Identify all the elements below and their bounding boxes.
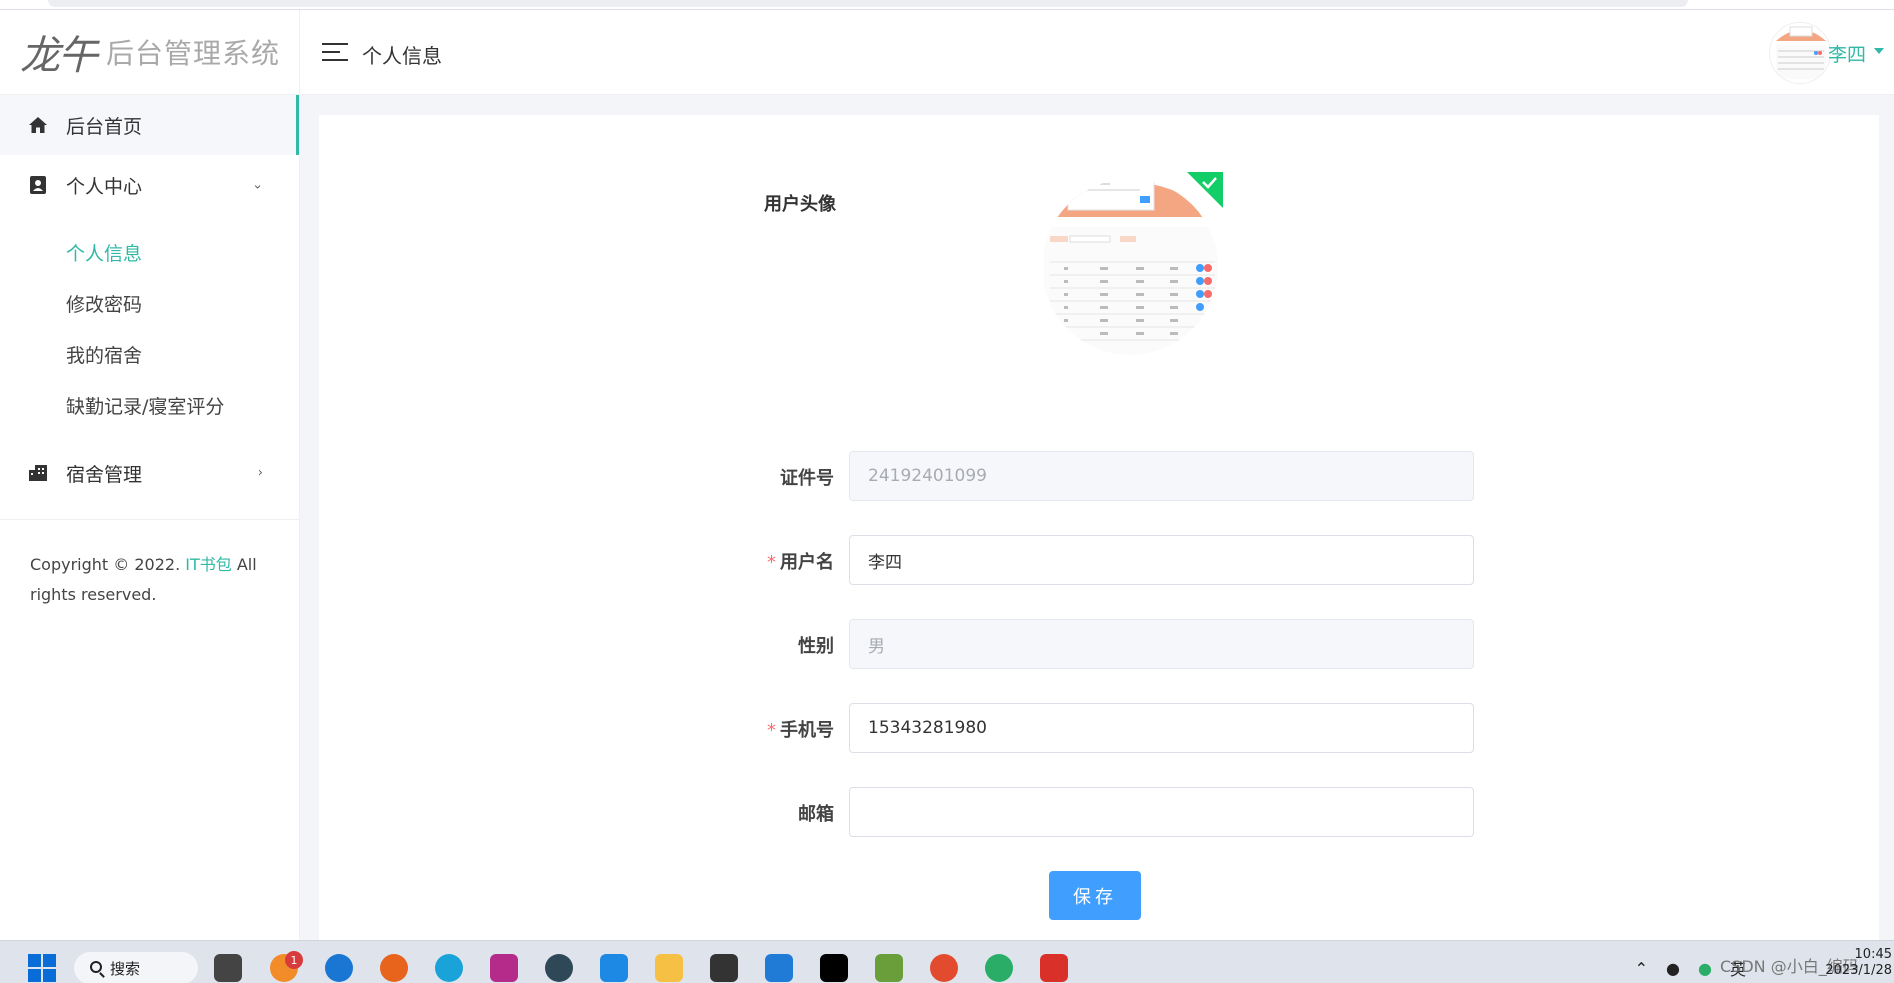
copyright-brand-link[interactable]: IT书包 <box>185 555 232 574</box>
required-mark: * <box>767 720 776 741</box>
file-explorer-icon[interactable] <box>655 954 683 982</box>
sidebar-item-home[interactable]: 后台首页 <box>0 95 299 155</box>
terminal-icon[interactable] <box>710 954 738 982</box>
browser-chrome-strip <box>0 0 1894 10</box>
app-red-swirl-icon[interactable] <box>930 954 958 982</box>
sidebar-item-change-password[interactable]: 修改密码 <box>0 278 299 329</box>
logo-mark: 龙午 <box>20 33 98 79</box>
hamburger-menu-icon[interactable] <box>322 43 348 63</box>
sidebar-item-personal-center[interactable]: 个人中心 ⌄ <box>0 155 299 215</box>
chevron-down-icon: ⌄ <box>252 177 263 193</box>
copyright-prefix: Copyright © 2022. <box>30 555 186 574</box>
username-field[interactable] <box>849 535 1474 585</box>
email-field[interactable] <box>849 787 1474 837</box>
task-view-icon[interactable] <box>214 954 242 982</box>
gender-label: 性别 <box>798 636 834 657</box>
wechat-tray-icon[interactable]: ● <box>1698 959 1712 978</box>
avatar-label: 用户头像 <box>764 194 836 215</box>
avatar-upload[interactable] <box>1040 172 1223 362</box>
app-windows-icon[interactable] <box>600 954 628 982</box>
phone-field[interactable] <box>849 703 1474 753</box>
chevron-up-icon[interactable]: ⌃ <box>1635 959 1648 978</box>
sidebar-item-label: 后台首页 <box>66 115 143 138</box>
sidebar-item-label: 个人中心 <box>66 175 143 198</box>
form-row-phone: * 手机号 <box>700 703 1475 753</box>
app-green-icon[interactable] <box>875 954 903 982</box>
taskbar-search[interactable]: 搜索 <box>74 952 198 983</box>
intellij-icon[interactable] <box>490 954 518 982</box>
form-row-username: * 用户名 <box>700 535 1475 585</box>
email-label: 邮箱 <box>798 804 834 825</box>
building-icon <box>28 463 48 483</box>
app-black-icon[interactable] <box>820 954 848 982</box>
username-label-text: 用户名 <box>780 552 834 573</box>
save-button[interactable]: 保存 <box>1049 871 1141 920</box>
wps-icon[interactable] <box>1040 954 1068 982</box>
taskbar-search-label: 搜索 <box>110 959 141 978</box>
notification-badge: 1 <box>285 951 303 969</box>
clock[interactable]: 10:45 2023/1/28 <box>1825 947 1892 979</box>
home-icon <box>28 115 48 135</box>
wechat-icon[interactable] <box>985 954 1013 982</box>
sidebar-item-my-dorm[interactable]: 我的宿舍 <box>0 329 299 380</box>
search-icon <box>90 961 102 973</box>
user-avatar[interactable] <box>1769 22 1831 84</box>
sidebar-item-absence-records[interactable]: 缺勤记录/寝室评分 <box>0 380 299 431</box>
clock-date: 2023/1/28 <box>1825 963 1892 978</box>
user-name-dropdown[interactable]: 李四 <box>1828 40 1866 67</box>
caret-down-icon[interactable] <box>1874 48 1884 54</box>
sidebar: 龙午 后台管理系统 后台首页 个人中心 ⌄ 个人信息 修改密码 我的宿舍 缺勤记… <box>0 10 300 940</box>
page-title: 个人信息 <box>362 44 442 68</box>
logo[interactable]: 龙午 后台管理系统 <box>0 10 299 95</box>
sidebar-item-label: 宿舍管理 <box>66 463 143 486</box>
gender-field <box>849 619 1474 669</box>
id-label: 证件号 <box>780 468 834 489</box>
windows-start-icon[interactable] <box>28 954 56 982</box>
vscode-icon[interactable] <box>765 954 793 982</box>
id-number-field <box>849 451 1474 501</box>
phone-label-text: 手机号 <box>780 720 834 741</box>
username-label: * 用户名 <box>767 548 834 574</box>
qq-icon[interactable]: ● <box>1666 959 1680 978</box>
clock-time: 10:45 <box>1854 947 1892 962</box>
top-header: 个人信息 李四 <box>300 10 1894 95</box>
os-taskbar: 搜索 1 ⌃ ● ● 英 CSDN @小白_编码 10:45 2023/1/28 <box>0 940 1894 983</box>
form-row-email: 邮箱 <box>700 787 1475 837</box>
app-panda-icon[interactable] <box>545 954 573 982</box>
firefox-icon[interactable] <box>380 954 408 982</box>
phone-label: * 手机号 <box>767 716 834 742</box>
browser-address-bar-edge[interactable] <box>48 0 1688 7</box>
logo-text: 后台管理系统 <box>106 37 281 70</box>
form-row-gender: 性别 <box>700 619 1475 669</box>
copyright-text: Copyright © 2022. IT书包 All rights reserv… <box>0 520 299 640</box>
form-row-id: 证件号 <box>700 451 1475 501</box>
chevron-right-icon: › <box>257 465 263 481</box>
contact-card-icon <box>28 175 48 195</box>
edge-browser-icon[interactable] <box>435 954 463 982</box>
sidebar-item-dorm-management[interactable]: 宿舍管理 › <box>0 443 299 503</box>
required-mark: * <box>767 552 776 573</box>
sidebar-item-personal-info[interactable]: 个人信息 <box>0 227 299 278</box>
app-blue-arrow-icon[interactable] <box>325 954 353 982</box>
